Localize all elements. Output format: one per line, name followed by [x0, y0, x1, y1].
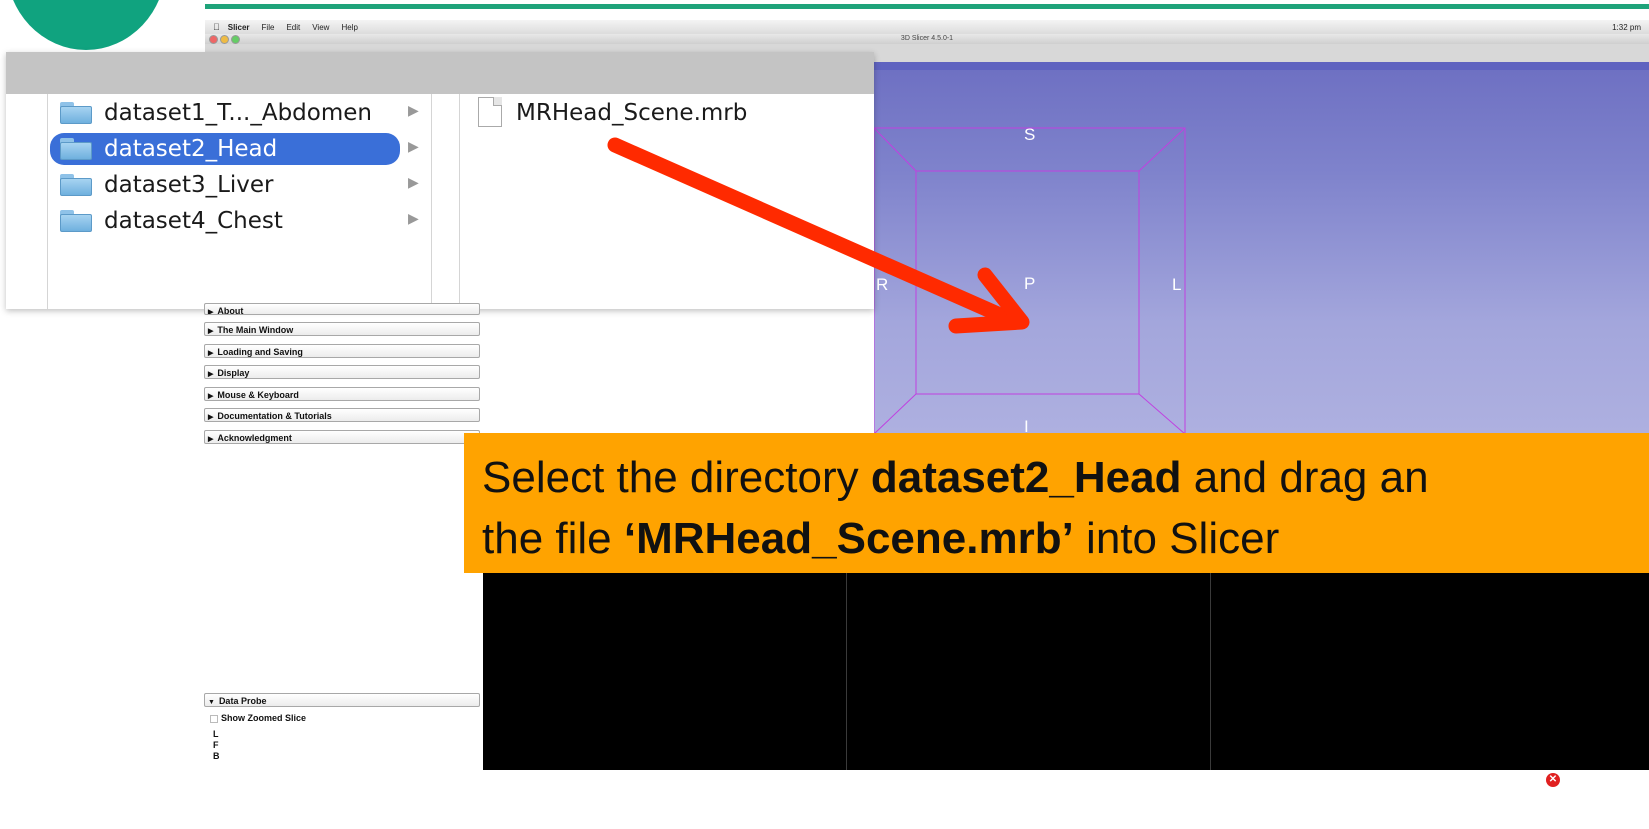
column-divider	[431, 94, 432, 309]
axis-label-s: S	[1024, 125, 1035, 144]
header-rule	[205, 4, 1649, 9]
finder-toolbar	[6, 52, 874, 94]
menu-help[interactable]: Help	[341, 23, 357, 32]
file-mrhead-scene[interactable]: MRHead_Scene.mrb	[516, 97, 747, 129]
3d-bounding-box: S P R L I	[874, 125, 1186, 434]
folder-label: dataset2_Head	[104, 136, 278, 162]
folder-label: dataset1_T..._Abdomen	[104, 100, 372, 126]
section-acknowledgment[interactable]: ▶ Acknowledgment	[204, 430, 480, 444]
close-window-button[interactable]	[209, 35, 218, 44]
folder-label: dataset4_Chest	[104, 208, 283, 234]
folder-icon	[60, 210, 92, 232]
menu-edit[interactable]: Edit	[286, 23, 300, 32]
folder-dataset4[interactable]: dataset4_Chest	[50, 205, 400, 237]
axis-label-l: L	[1172, 275, 1181, 294]
section-display[interactable]: ▶ Display	[204, 365, 480, 379]
close-icon[interactable]: ✕	[1546, 773, 1560, 787]
data-probe-header[interactable]: ▼ Data Probe	[204, 693, 480, 707]
axis-label-p: P	[1024, 274, 1035, 293]
folder-icon	[60, 174, 92, 196]
chevron-right-icon: ▶	[408, 102, 419, 118]
zoom-window-button[interactable]	[231, 35, 240, 44]
column-divider	[47, 94, 48, 309]
axis-label-i: I	[1024, 417, 1029, 434]
document-icon	[478, 97, 502, 127]
folder-icon	[60, 138, 92, 160]
chevron-right-icon: ▶	[408, 210, 419, 226]
folder-dataset2[interactable]: dataset2_Head	[50, 133, 400, 165]
slice-divider	[846, 573, 847, 770]
section-mouse-keyboard[interactable]: ▶ Mouse & Keyboard	[204, 387, 480, 401]
chevron-right-icon: ▶	[408, 174, 419, 190]
menu-app-slicer[interactable]: Slicer	[228, 23, 250, 32]
instruction-line-2: the file ‘MRHead_Scene.mrb’ into Slicer	[482, 514, 1280, 563]
file-label: MRHead_Scene.mrb	[516, 100, 748, 126]
probe-letter-l: L	[213, 729, 219, 739]
folder-dataset1[interactable]: dataset1_T..._Abdomen	[50, 97, 400, 129]
clock: 1:32 pm	[1612, 22, 1641, 32]
instruction-line-1: Select the directory dataset2_Head and d…	[482, 453, 1429, 502]
show-zoomed-slice-checkbox[interactable]: Show Zoomed Slice	[210, 713, 306, 723]
menu-view[interactable]: View	[312, 23, 329, 32]
axis-label-r: R	[876, 275, 888, 294]
window-title: 3D Slicer 4.5.0-1	[900, 35, 954, 42]
folder-label: dataset3_Liver	[104, 172, 274, 198]
slice-views[interactable]	[483, 573, 1649, 770]
mac-menubar:  Slicer File Edit View Help 1:32 pm	[205, 20, 1649, 34]
instruction-banner: Select the directory dataset2_Head and d…	[464, 433, 1649, 573]
logo	[0, 0, 170, 50]
section-documentation[interactable]: ▶ Documentation & Tutorials	[204, 408, 480, 422]
apple-icon[interactable]: 	[213, 22, 220, 32]
probe-letter-f: F	[213, 740, 219, 750]
probe-letter-b: B	[213, 751, 220, 761]
column-divider	[459, 94, 460, 309]
section-loading-saving[interactable]: ▶ Loading and Saving	[204, 344, 480, 358]
finder-window: dataset1_T..._Abdomen dataset2_Head data…	[6, 52, 874, 309]
chevron-right-icon: ▶	[408, 138, 419, 154]
menu-file[interactable]: File	[262, 23, 275, 32]
minimize-window-button[interactable]	[220, 35, 229, 44]
slice-divider	[1210, 573, 1211, 770]
section-main-window[interactable]: ▶ The Main Window	[204, 322, 480, 336]
window-titlebar: 3D Slicer 4.5.0-1	[205, 34, 1649, 44]
section-about[interactable]: ▶ About	[204, 303, 480, 315]
folder-icon	[60, 102, 92, 124]
folder-dataset3[interactable]: dataset3_Liver	[50, 169, 400, 201]
